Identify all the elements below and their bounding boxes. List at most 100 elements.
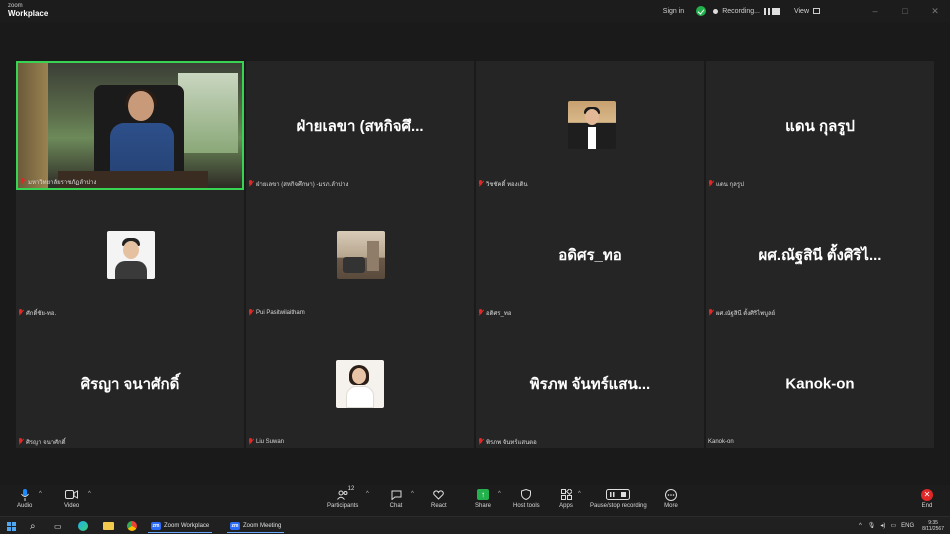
participant-tile[interactable]: Liu Suwan xyxy=(246,319,474,448)
participant-label: มหาวิทยาลัยราชภัฏลำปาง xyxy=(20,177,96,186)
shield-icon xyxy=(519,488,533,501)
participant-tile[interactable]: แดน กุลรูป แดน กุลรูป xyxy=(706,61,934,190)
volume-icon[interactable]: ◂) xyxy=(880,522,885,529)
start-button[interactable] xyxy=(7,519,16,533)
host-tools-button[interactable]: Host tools xyxy=(513,488,540,509)
more-dots-icon xyxy=(664,488,678,501)
microphone-icon[interactable]: 🎙︎ xyxy=(868,522,876,529)
participant-tile[interactable]: มหาวิทยาลัยราชภัฏลำปาง xyxy=(16,61,244,190)
participant-name: วิชชัคดิ์ ทองเดิน xyxy=(486,181,528,188)
apps-button[interactable]: Apps xyxy=(559,488,573,509)
end-label: End xyxy=(921,503,933,509)
sign-in-link[interactable]: Sign in xyxy=(663,8,684,15)
input-language[interactable]: ENG xyxy=(901,523,914,529)
participant-label: Liu Suwan xyxy=(248,437,284,446)
chat-button[interactable]: Chat xyxy=(389,488,403,509)
mic-muted-icon xyxy=(478,180,484,187)
share-options-chevron-icon[interactable]: ^ xyxy=(498,491,501,497)
edge-icon[interactable] xyxy=(78,519,88,533)
search-icon[interactable]: ⌕ xyxy=(30,519,36,533)
participant-tile[interactable]: อดิศร_ทอ อดิศร_ทอ xyxy=(476,190,704,319)
title-bar: zoom Workplace Sign in Recording... View… xyxy=(0,0,950,22)
participant-name: Kanok-on xyxy=(708,438,734,445)
participant-tile[interactable]: พิรภพ จันทร์แสน... พิรภพ จันทร์แสนตอ xyxy=(476,319,704,448)
close-icon[interactable]: ✕ xyxy=(920,6,950,17)
participant-label: ผศ.ณัฐสินี ตั้งศิริไพบูลย์ xyxy=(708,308,775,317)
participant-avatar xyxy=(337,231,385,279)
mic-muted-icon xyxy=(248,438,254,445)
chrome-icon[interactable] xyxy=(127,519,137,533)
end-button[interactable]: ✕ End xyxy=(920,488,934,509)
react-button[interactable]: React xyxy=(431,488,447,509)
apps-icon xyxy=(559,488,573,501)
participant-tile[interactable]: ศิรญา จนาศักดิ์ ศิรญา จนาศักดิ์ xyxy=(16,319,244,448)
end-meeting-icon: ✕ xyxy=(920,488,934,501)
participant-label: ฝ่ายเลขา (สหกิจศึกษา) -มรภ.ลำปาง xyxy=(248,179,348,188)
taskbar-app-zoom-meeting[interactable]: zm Zoom Meeting xyxy=(227,519,285,533)
more-button[interactable]: More xyxy=(664,488,678,509)
participant-avatar xyxy=(107,231,155,279)
clock[interactable]: 9:35 8/11/2567 xyxy=(922,520,944,532)
pause-icon[interactable] xyxy=(763,7,770,15)
participant-label: วิชชัคดิ์ ทองเดิน xyxy=(478,179,528,188)
participant-name: Pui Pasitwilaitham xyxy=(256,309,305,316)
participant-avatar xyxy=(568,101,616,149)
participant-display-name: ผศ.ณัฐสินี ตั้งศิริไ... xyxy=(758,246,882,264)
shield-check-icon[interactable] xyxy=(696,6,707,16)
host-tools-label: Host tools xyxy=(513,503,540,509)
participant-avatar xyxy=(336,360,384,408)
minimize-icon[interactable]: – xyxy=(860,6,890,16)
view-button[interactable]: View xyxy=(794,8,809,15)
participant-name: พิรภพ จันทร์แสนตอ xyxy=(486,439,537,446)
mic-muted-icon xyxy=(20,178,26,185)
video-options-chevron-icon[interactable]: ^ xyxy=(88,491,91,497)
stop-icon[interactable] xyxy=(771,7,780,15)
participant-name: Liu Suwan xyxy=(256,438,285,445)
participant-tile[interactable]: ผศ.ณัฐสินี ตั้งศิริไ... ผศ.ณัฐสินี ตั้งศ… xyxy=(706,190,934,319)
network-icon[interactable]: ▭ xyxy=(890,522,896,529)
mic-muted-icon xyxy=(248,180,254,187)
participant-name: ศิรญา จนาศักดิ์ xyxy=(26,439,66,446)
taskbar-app-zoom-workplace[interactable]: zm Zoom Workplace xyxy=(148,519,213,533)
participant-tile[interactable]: วิชชัคดิ์ ทองเดิน xyxy=(476,61,704,190)
participants-options-chevron-icon[interactable]: ^ xyxy=(366,491,369,497)
zoom-icon: zm xyxy=(230,521,240,530)
participant-display-name: Kanok-on xyxy=(785,375,855,392)
chevron-up-icon[interactable]: ^ xyxy=(859,523,862,529)
chat-options-chevron-icon[interactable]: ^ xyxy=(411,491,414,497)
participant-display-name: อดิศร_ทอ xyxy=(558,246,622,264)
microphone-icon xyxy=(18,488,32,501)
recording-status: Recording... xyxy=(722,7,760,15)
meeting-toolbar: Audio ^ Video ^ 12 Participants ^ Chat ^… xyxy=(0,485,950,516)
participant-name: แดน กุลรูป xyxy=(716,181,744,188)
participants-label: Participants xyxy=(327,503,359,509)
file-explorer-icon[interactable] xyxy=(103,519,114,533)
curtain xyxy=(18,63,48,188)
participant-tile[interactable]: Pui Pasitwilaitham xyxy=(246,190,474,319)
audio-button[interactable]: Audio xyxy=(17,488,32,509)
participants-count: 12 xyxy=(347,486,355,492)
video-camera-icon xyxy=(65,488,79,501)
grid-icon[interactable] xyxy=(813,8,820,14)
mic-muted-icon xyxy=(18,438,24,445)
apps-options-chevron-icon[interactable]: ^ xyxy=(578,491,581,497)
taskbar-app-label: Zoom Meeting xyxy=(243,522,282,529)
pause-stop-recording-button[interactable]: Pause/stop recording xyxy=(590,488,647,509)
participant-tile[interactable]: Kanok-on Kanok-on xyxy=(706,319,934,448)
participant-label: แดน กุลรูป xyxy=(708,179,744,188)
video-button[interactable]: Video xyxy=(64,488,79,509)
taskbar-app-label: Zoom Workplace xyxy=(164,522,210,529)
participants-button[interactable]: 12 Participants xyxy=(327,486,359,509)
apps-label: Apps xyxy=(559,503,573,509)
participant-name: มหาวิทยาลัยราชภัฏลำปาง xyxy=(28,179,97,186)
task-view-icon[interactable]: ▭ xyxy=(54,519,62,533)
maximize-icon[interactable]: □ xyxy=(890,6,920,16)
share-screen-icon: ↑ xyxy=(476,488,490,501)
react-label: React xyxy=(431,503,447,509)
participant-tile[interactable]: ฝ่ายเลขา (สหกิจศึ... ฝ่ายเลขา (สหกิจศึกษ… xyxy=(246,61,474,190)
zoom-icon: zm xyxy=(151,521,161,530)
participant-tile[interactable]: ศักดิ์ชัย-ทอ. xyxy=(16,190,244,319)
brand-main: Workplace xyxy=(8,9,49,18)
audio-options-chevron-icon[interactable]: ^ xyxy=(39,491,42,497)
share-button[interactable]: ↑ Share xyxy=(475,488,491,509)
